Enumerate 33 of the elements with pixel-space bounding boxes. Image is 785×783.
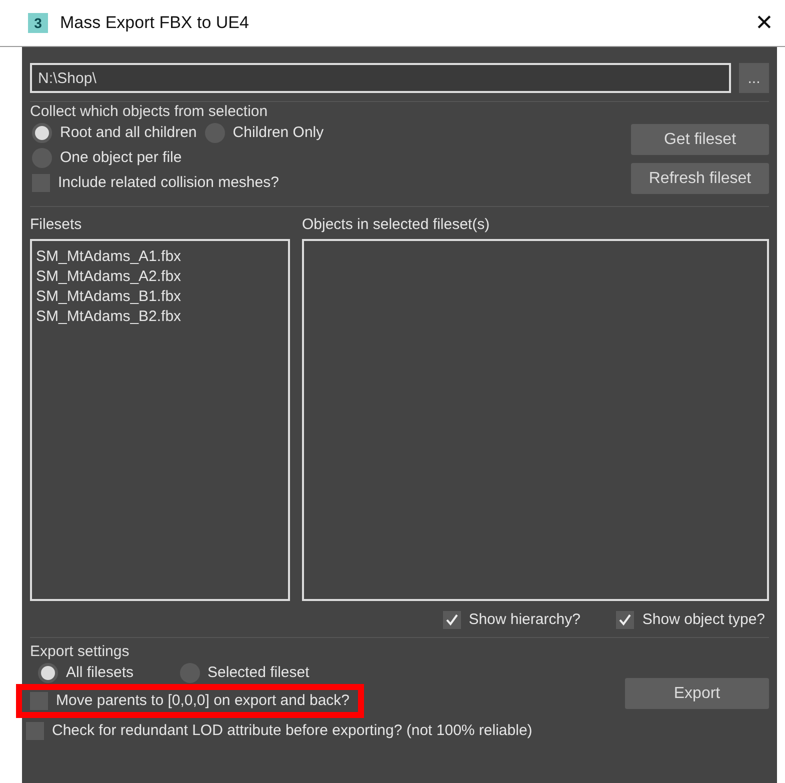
browse-button[interactable]: ... bbox=[739, 63, 769, 93]
window-title: Mass Export FBX to UE4 bbox=[60, 13, 250, 33]
list-title: Filesets bbox=[30, 215, 83, 235]
radio-label: Root and all children bbox=[60, 123, 197, 143]
export-button[interactable]: Export bbox=[625, 678, 769, 709]
checkbox-label: Show hierarchy? bbox=[468, 610, 580, 630]
path-field[interactable]: N:\Shop\ bbox=[30, 63, 731, 93]
checkbox-label: Include related collision meshes? bbox=[58, 173, 279, 193]
checkbox[interactable] bbox=[616, 611, 634, 629]
fileset-item[interactable]: SM_MtAdams_B1.fbx bbox=[36, 287, 284, 307]
fileset-button[interactable]: Get fileset bbox=[631, 124, 769, 155]
radio-button[interactable] bbox=[180, 663, 200, 683]
radio-label: All filesets bbox=[66, 663, 134, 683]
app-icon: 3 bbox=[28, 13, 48, 33]
fileset-item[interactable]: SM_MtAdams_B2.fbx bbox=[36, 307, 284, 327]
radio-label: Children Only bbox=[232, 123, 324, 143]
fileset-list[interactable]: SM_MtAdams_A1.fbx SM_MtAdams_A2.fbx SM_MtAdams_B1.fbx SM_MtAdams_B2.fbx bbox=[30, 239, 290, 601]
close-button[interactable]: ✕ bbox=[751, 10, 777, 36]
radio-label: Selected fileset bbox=[208, 663, 310, 683]
object-list[interactable] bbox=[302, 239, 769, 601]
list-title: Objects in selected fileset(s) bbox=[302, 215, 491, 235]
checkbox-label: Move parents to [0,0,0] on export and back? bbox=[56, 691, 350, 711]
fileset-item[interactable]: SM_MtAdams_A2.fbx bbox=[36, 267, 284, 287]
checkbox-label: Check for redundant LOD attribute before exporting? (not 100% reliable) bbox=[52, 721, 532, 741]
fileset-item[interactable]: SM_MtAdams_A1.fbx bbox=[36, 247, 284, 267]
checkbox[interactable] bbox=[442, 611, 461, 629]
radio-button[interactable] bbox=[32, 123, 52, 143]
radio-label: One object per file bbox=[60, 148, 182, 168]
group-title: Export settings bbox=[30, 642, 130, 662]
fileset-button[interactable]: Refresh fileset bbox=[631, 163, 769, 194]
group-title: Collect which objects from selection bbox=[30, 102, 269, 122]
radio-button[interactable] bbox=[38, 663, 58, 683]
checkbox-label: Show object type? bbox=[642, 610, 765, 630]
